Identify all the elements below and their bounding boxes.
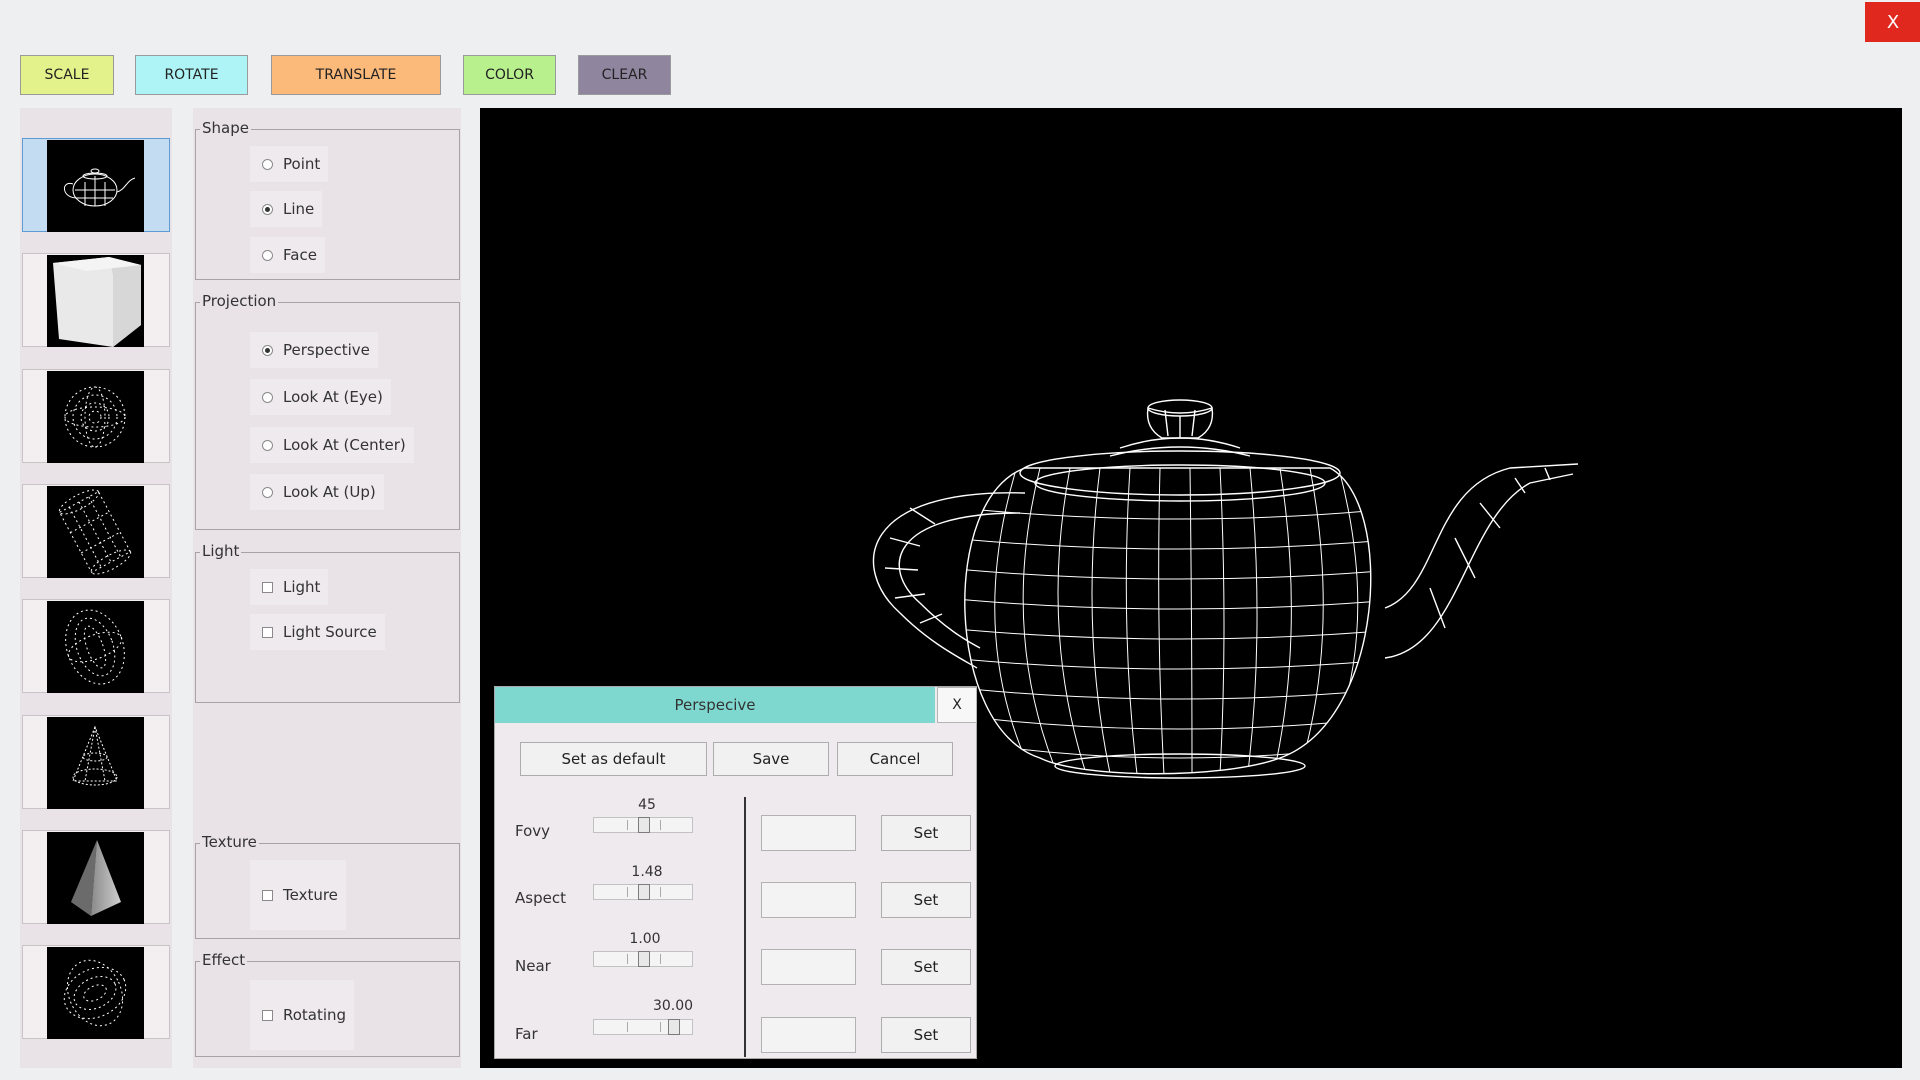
model-thumb-pyramid[interactable] bbox=[22, 830, 170, 924]
projection-option-perspective[interactable]: Perspective bbox=[250, 332, 378, 368]
point-radio[interactable] bbox=[262, 158, 273, 170]
teapot-icon bbox=[47, 140, 144, 232]
model-thumb-sphere[interactable] bbox=[22, 369, 170, 463]
rotate-button[interactable]: ROTATE bbox=[135, 55, 248, 95]
light-option-light-source[interactable]: Light Source bbox=[250, 614, 385, 650]
dialog-close-button[interactable]: X bbox=[937, 687, 977, 723]
near-slider[interactable] bbox=[593, 951, 693, 967]
far-set-button[interactable]: Set bbox=[881, 1017, 971, 1053]
near-set-button[interactable]: Set bbox=[881, 949, 971, 985]
dialog-title[interactable]: Perspecive bbox=[495, 687, 935, 723]
fovy-input[interactable] bbox=[761, 815, 856, 851]
far-input[interactable] bbox=[761, 1017, 856, 1053]
model-thumb-ellipsoid[interactable] bbox=[22, 599, 170, 693]
aspect-set-button[interactable]: Set bbox=[881, 882, 971, 918]
far-slider-handle[interactable] bbox=[668, 1019, 680, 1035]
far-value: 30.00 bbox=[652, 998, 694, 1014]
clear-button[interactable]: CLEAR bbox=[578, 55, 671, 95]
sphere-icon bbox=[47, 371, 144, 463]
save-button[interactable]: Save bbox=[713, 742, 829, 776]
shape-option-face[interactable]: Face bbox=[250, 237, 325, 273]
pyramid-icon bbox=[47, 832, 144, 924]
projection-option-look-at-up[interactable]: Look At (Up) bbox=[250, 474, 384, 510]
option-label: Perspective bbox=[283, 341, 370, 359]
look-at-center-radio[interactable] bbox=[262, 439, 273, 451]
light-legend: Light bbox=[200, 542, 242, 560]
scale-button[interactable]: SCALE bbox=[20, 55, 114, 95]
cone-icon bbox=[47, 717, 144, 809]
model-thumb-cone[interactable] bbox=[22, 715, 170, 809]
fovy-set-button[interactable]: Set bbox=[881, 815, 971, 851]
far-slider[interactable] bbox=[593, 1019, 693, 1035]
face-radio[interactable] bbox=[262, 249, 273, 261]
near-value: 1.00 bbox=[629, 931, 661, 947]
shape-option-line[interactable]: Line bbox=[250, 191, 323, 227]
aspect-slider[interactable] bbox=[593, 884, 693, 900]
texture-checkbox[interactable] bbox=[262, 889, 273, 901]
option-label: Rotating bbox=[283, 1006, 347, 1024]
light-source-checkbox[interactable] bbox=[262, 626, 273, 638]
light-checkbox[interactable] bbox=[262, 581, 273, 593]
effect-legend: Effect bbox=[200, 951, 248, 969]
aspect-input[interactable] bbox=[761, 882, 856, 918]
close-app-button[interactable]: X bbox=[1865, 2, 1920, 42]
model-thumb-cube[interactable] bbox=[22, 253, 170, 347]
shape-option-point[interactable]: Point bbox=[250, 146, 329, 182]
option-label: Look At (Up) bbox=[283, 483, 376, 501]
aspect-label: Aspect bbox=[515, 889, 566, 907]
projection-option-look-at-eye[interactable]: Look At (Eye) bbox=[250, 379, 391, 415]
effect-option[interactable]: Rotating bbox=[250, 980, 355, 1050]
aspect-value: 1.48 bbox=[631, 864, 663, 880]
dialog-divider bbox=[744, 797, 746, 1057]
near-input[interactable] bbox=[761, 949, 856, 985]
color-button[interactable]: COLOR bbox=[463, 55, 556, 95]
option-label: Look At (Center) bbox=[283, 436, 406, 454]
line-radio[interactable] bbox=[262, 203, 273, 215]
translate-button[interactable]: TRANSLATE bbox=[271, 55, 441, 95]
option-label: Face bbox=[283, 246, 317, 264]
projection-option-look-at-center[interactable]: Look At (Center) bbox=[250, 427, 414, 463]
projection-legend: Projection bbox=[200, 292, 279, 310]
look-at-up-radio[interactable] bbox=[262, 486, 273, 498]
light-option-light[interactable]: Light bbox=[250, 569, 329, 605]
torus-icon bbox=[47, 947, 144, 1039]
aspect-slider-handle[interactable] bbox=[638, 884, 650, 900]
near-label: Near bbox=[515, 957, 551, 975]
option-label: Texture bbox=[283, 886, 338, 904]
model-thumb-cylinder[interactable] bbox=[22, 484, 170, 578]
fovy-slider-handle[interactable] bbox=[638, 817, 650, 833]
model-thumb-torus[interactable] bbox=[22, 945, 170, 1039]
option-label: Light Source bbox=[283, 623, 377, 641]
fovy-slider[interactable] bbox=[593, 817, 693, 833]
texture-option[interactable]: Texture bbox=[250, 860, 346, 930]
option-label: Look At (Eye) bbox=[283, 388, 383, 406]
rotating-checkbox[interactable] bbox=[262, 1009, 273, 1021]
set-as-default-button[interactable]: Set as default bbox=[520, 742, 707, 776]
look-at-eye-radio[interactable] bbox=[262, 391, 273, 403]
perspective-dialog: Perspecive X Set as default Save Cancel … bbox=[494, 686, 977, 1059]
ellipsoid-icon bbox=[47, 601, 144, 693]
far-label: Far bbox=[515, 1025, 538, 1043]
option-label: Light bbox=[283, 578, 321, 596]
cube-icon bbox=[47, 255, 144, 347]
perspective-radio[interactable] bbox=[262, 344, 273, 356]
model-list bbox=[20, 108, 172, 1068]
cancel-button[interactable]: Cancel bbox=[837, 742, 953, 776]
fovy-label: Fovy bbox=[515, 822, 551, 840]
fovy-value: 45 bbox=[638, 797, 656, 813]
near-slider-handle[interactable] bbox=[638, 951, 650, 967]
option-label: Line bbox=[283, 200, 315, 218]
shape-legend: Shape bbox=[200, 119, 251, 137]
option-label: Point bbox=[283, 155, 321, 173]
texture-legend: Texture bbox=[200, 833, 259, 851]
model-thumb-teapot[interactable] bbox=[22, 138, 170, 232]
cylinder-icon bbox=[47, 486, 144, 578]
